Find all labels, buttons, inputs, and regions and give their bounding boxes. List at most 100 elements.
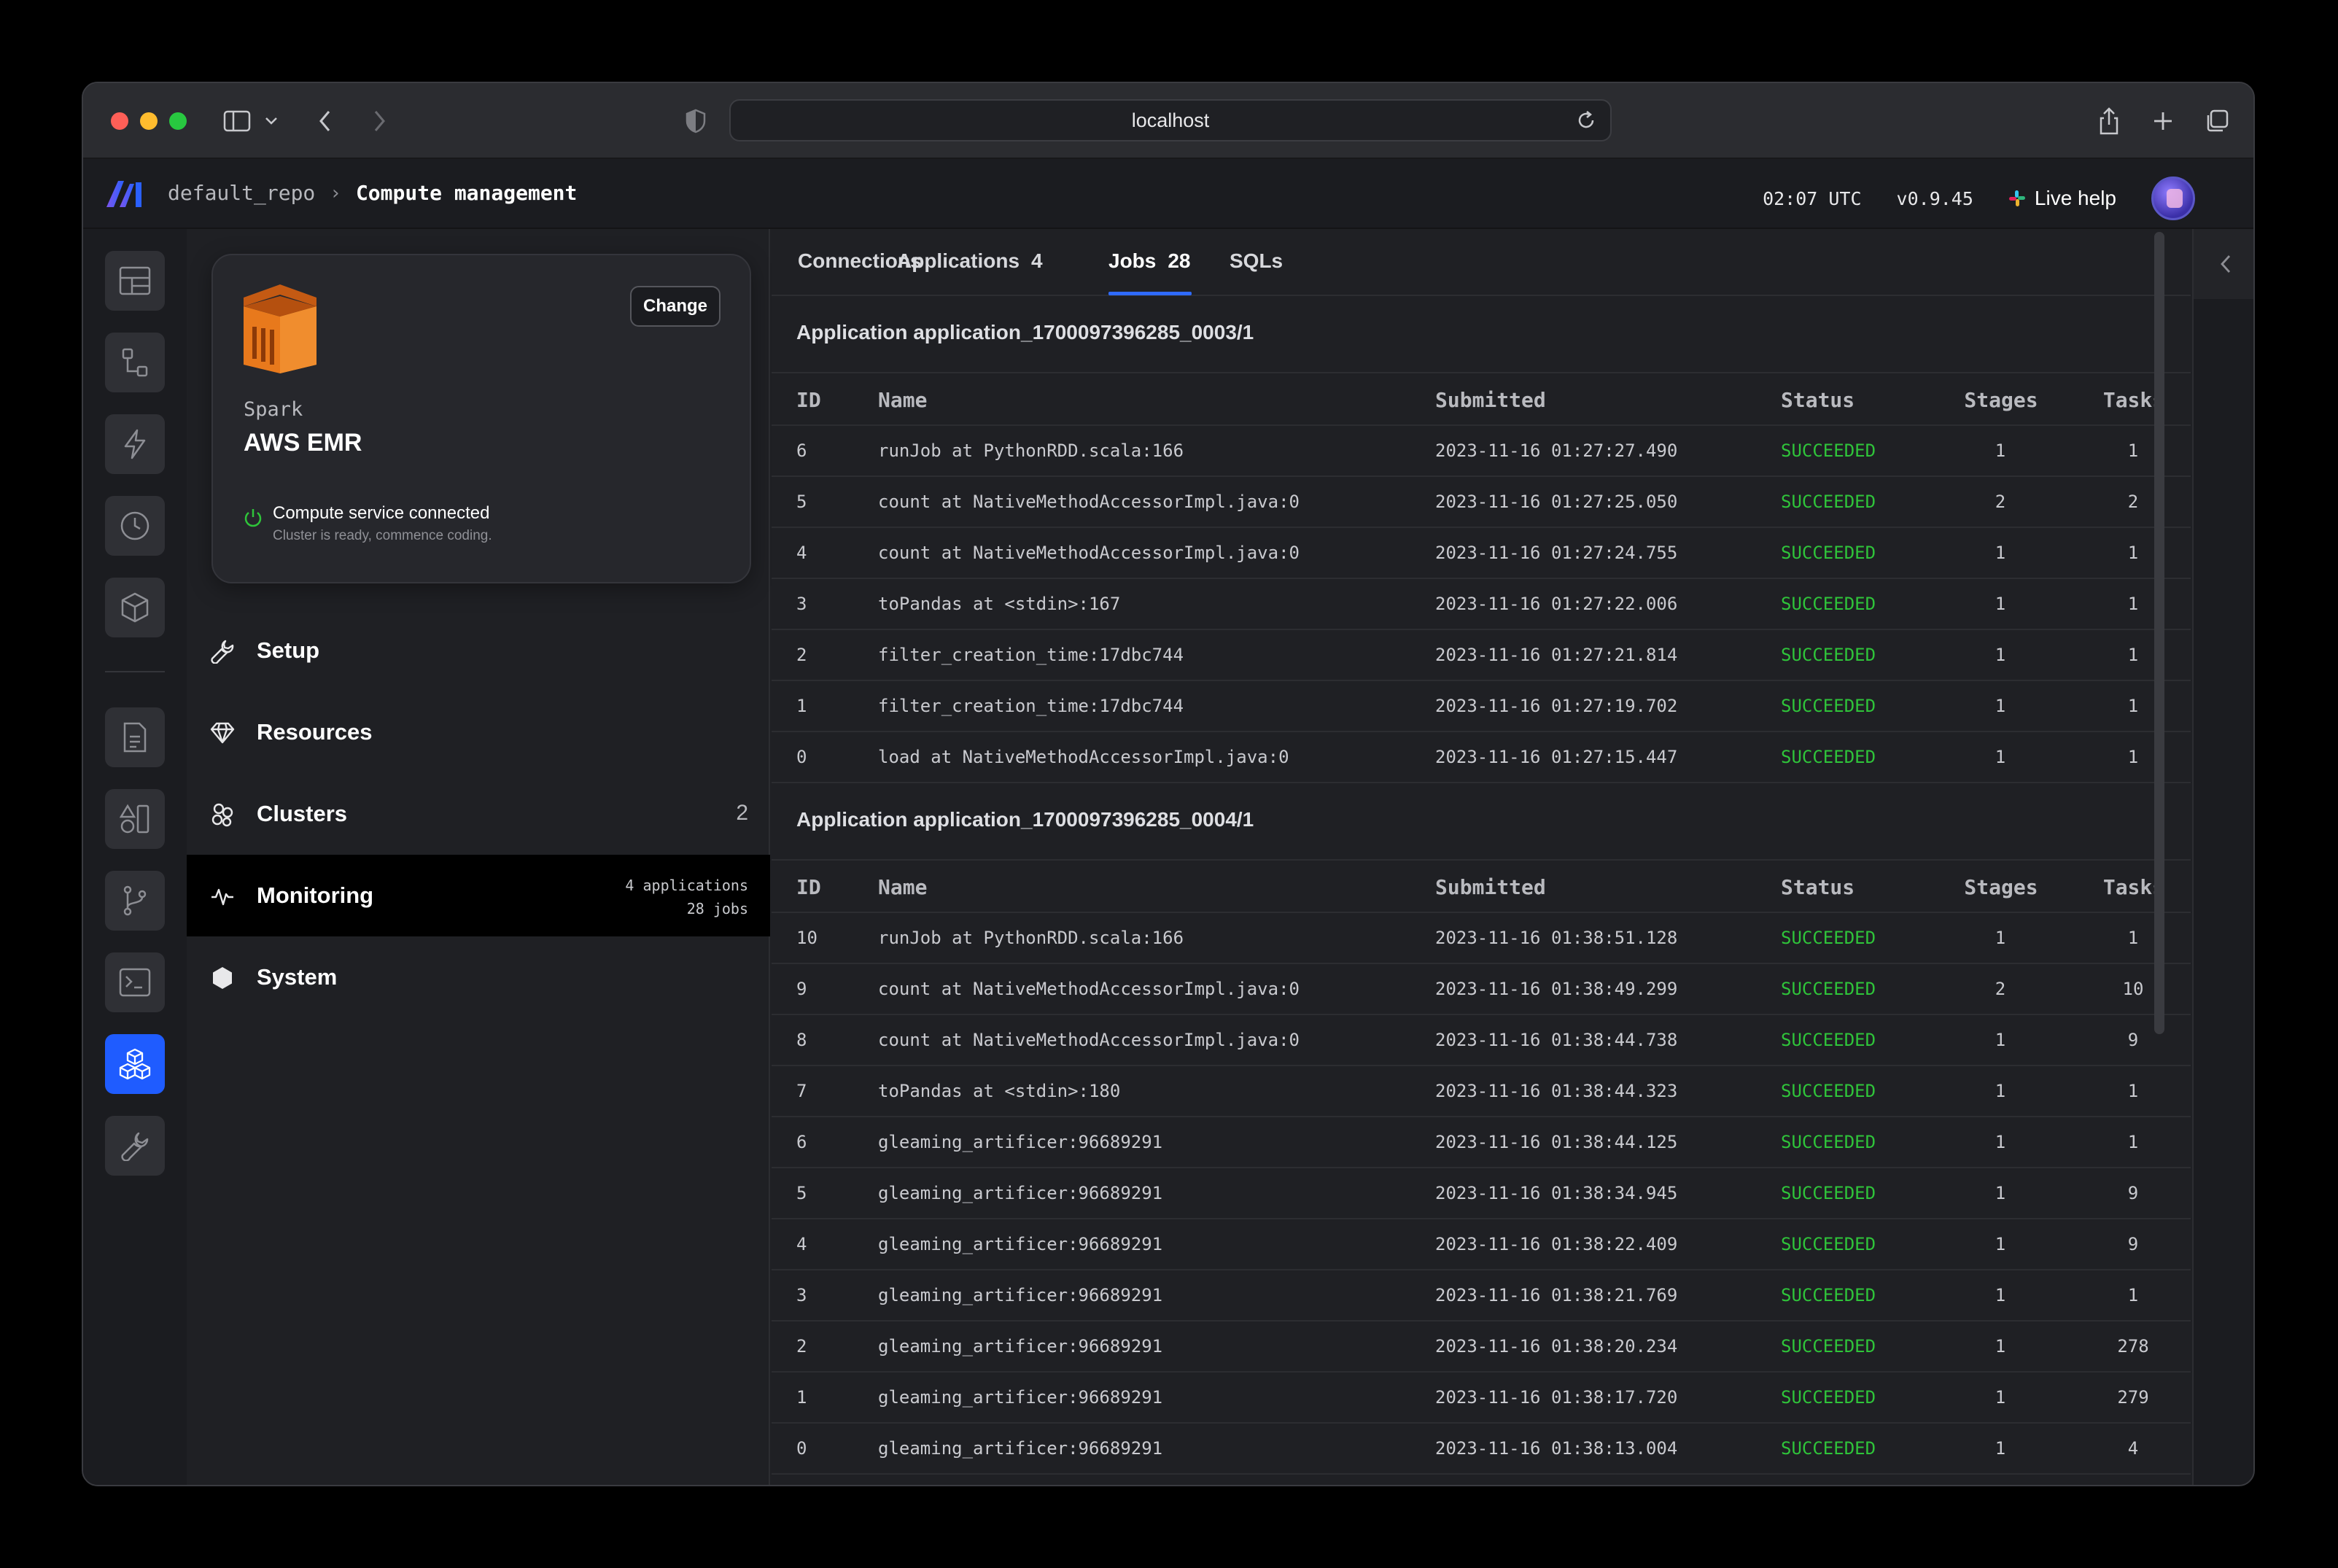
- tab-applications[interactable]: Applications 4: [897, 249, 1043, 273]
- document-icon: [123, 722, 147, 753]
- table-row[interactable]: 2 filter_creation_time:17dbc744 2023-11-16…: [772, 630, 2191, 681]
- column-header-status[interactable]: Status: [1781, 875, 1855, 899]
- table-row[interactable]: 5 gleaming_artificer:96689291 2023-11-16 0…: [772, 1168, 2191, 1219]
- rail-runs-button[interactable]: [105, 496, 165, 556]
- cell-id: 1: [796, 696, 807, 716]
- table-row[interactable]: 7 toPandas at <stdin>:180 2023-11-16 01:38…: [772, 1066, 2191, 1117]
- cell-name: count at NativeMethodAccessorImpl.java:0: [878, 1030, 1300, 1050]
- cell-stages: 1: [1995, 1183, 2006, 1203]
- table-row[interactable]: 8 count at NativeMethodAccessorImpl.java:…: [772, 1015, 2191, 1066]
- column-header-tasks[interactable]: Tasks: [2090, 875, 2178, 899]
- vertical-scrollbar[interactable]: [2154, 232, 2164, 1034]
- jobs-table: ID Name Submitted Status Stages Tasks 10 runJob…: [772, 859, 2191, 1475]
- column-header-name[interactable]: Name: [878, 875, 927, 899]
- nav-system[interactable]: System: [187, 936, 770, 1018]
- table-row[interactable]: 0 gleaming_artificer:96689291 2023-11-16 0…: [772, 1424, 2191, 1475]
- cell-name: filter_creation_time:17dbc744: [878, 645, 1184, 665]
- compute-service-card: Change Spark AWS EMR Compute service con…: [211, 254, 751, 583]
- monitoring-tabs: Connections Applications 4 Jobs 28 SQLs: [772, 229, 2191, 296]
- back-icon[interactable]: [309, 105, 341, 137]
- status-badge: SUCCEEDED: [1781, 696, 1876, 716]
- rail-version-control-button[interactable]: [105, 871, 165, 931]
- reload-icon[interactable]: [1575, 109, 1597, 136]
- table-row[interactable]: 1 filter_creation_time:17dbc744 2023-11-16…: [772, 681, 2191, 732]
- table-row[interactable]: 6 gleaming_artificer:96689291 2023-11-16 0…: [772, 1117, 2191, 1168]
- cell-stages: 1: [1995, 928, 2006, 948]
- table-row[interactable]: 5 count at NativeMethodAccessorImpl.java:…: [772, 477, 2191, 528]
- rail-pipelines-button[interactable]: [105, 333, 165, 392]
- nav-setup[interactable]: Setup: [187, 610, 770, 691]
- nav-monitoring[interactable]: Monitoring 4 applications 28 jobs: [187, 855, 770, 936]
- table-row[interactable]: 3 gleaming_artificer:96689291 2023-11-16 0…: [772, 1270, 2191, 1321]
- table-row[interactable]: 10 runJob at PythonRDD.scala:166 2023-11-1…: [772, 913, 2191, 964]
- share-icon[interactable]: [2093, 105, 2125, 137]
- mage-logo-icon[interactable]: [105, 179, 143, 212]
- header-right: 02:07 UTC v0.9.45 Live help: [1763, 176, 2195, 220]
- cell-id: 5: [796, 492, 807, 512]
- column-header-tasks[interactable]: Tasks: [2090, 388, 2178, 412]
- chevron-right-icon: ›: [330, 182, 341, 204]
- cell-name: gleaming_artificer:96689291: [878, 1285, 1163, 1305]
- cell-name: gleaming_artificer:96689291: [878, 1438, 1163, 1459]
- table-row[interactable]: 1 gleaming_artificer:96689291 2023-11-16 0…: [772, 1373, 2191, 1424]
- rail-templates-button[interactable]: [105, 789, 165, 849]
- column-header-stages[interactable]: Stages: [1957, 388, 2045, 412]
- rail-compute-button[interactable]: [105, 1034, 165, 1094]
- breadcrumb-repo[interactable]: default_repo: [168, 181, 315, 205]
- cell-name: runJob at PythonRDD.scala:166: [878, 928, 1184, 948]
- rail-blocks-button[interactable]: [105, 578, 165, 637]
- tab-sqls[interactable]: SQLs: [1230, 249, 1283, 273]
- application-title: Application application_1700097396285_00…: [796, 321, 1254, 344]
- table-row[interactable]: 0 load at NativeMethodAccessorImpl.java:0…: [772, 732, 2191, 783]
- breadcrumb: default_repo › Compute management: [168, 181, 577, 205]
- table-row[interactable]: 6 runJob at PythonRDD.scala:166 2023-11-16…: [772, 426, 2191, 477]
- zoom-window-button[interactable]: [169, 112, 187, 130]
- collapse-sidebar-button[interactable]: [2194, 229, 2253, 299]
- nav-clusters[interactable]: Clusters 2: [187, 773, 770, 855]
- cell-stages: 1: [1995, 747, 2006, 767]
- cell-name: toPandas at <stdin>:167: [878, 594, 1121, 614]
- table-row[interactable]: 4 gleaming_artificer:96689291 2023-11-16 0…: [772, 1219, 2191, 1270]
- column-header-id[interactable]: ID: [796, 875, 821, 899]
- rail-overview-button[interactable]: [105, 251, 165, 311]
- rail-settings-button[interactable]: [105, 1116, 165, 1176]
- live-help-button[interactable]: Live help: [2008, 187, 2116, 210]
- new-tab-icon[interactable]: [2147, 105, 2179, 137]
- git-branch-icon: [123, 885, 147, 916]
- column-header-submitted[interactable]: Submitted: [1435, 875, 1546, 899]
- column-header-status[interactable]: Status: [1781, 388, 1855, 412]
- icon-rail: [83, 229, 187, 1485]
- privacy-shield-icon[interactable]: [680, 105, 712, 137]
- rail-files-button[interactable]: [105, 707, 165, 767]
- table-row[interactable]: 3 toPandas at <stdin>:167 2023-11-16 01:27…: [772, 579, 2191, 630]
- status-badge: SUCCEEDED: [1781, 1285, 1876, 1305]
- sidebar-toggle-icon[interactable]: [222, 105, 254, 137]
- avatar[interactable]: [2151, 176, 2195, 220]
- close-window-button[interactable]: [111, 112, 128, 130]
- rail-divider: [105, 671, 165, 672]
- minimize-window-button[interactable]: [140, 112, 158, 130]
- status-badge: SUCCEEDED: [1781, 1030, 1876, 1050]
- change-compute-button[interactable]: Change: [629, 286, 721, 327]
- rail-terminal-button[interactable]: [105, 952, 165, 1012]
- cell-id: 1: [796, 1387, 807, 1408]
- tab-jobs[interactable]: Jobs 28: [1108, 249, 1191, 273]
- cell-submitted: 2023-11-16 01:38:44.323: [1435, 1081, 1678, 1101]
- chevron-down-icon[interactable]: [255, 105, 287, 137]
- rail-triggers-button[interactable]: [105, 414, 165, 474]
- table-row[interactable]: 9 count at NativeMethodAccessorImpl.java:…: [772, 964, 2191, 1015]
- column-header-submitted[interactable]: Submitted: [1435, 388, 1546, 412]
- cell-submitted: 2023-11-16 01:38:44.738: [1435, 1030, 1678, 1050]
- cell-id: 7: [796, 1081, 807, 1101]
- column-header-id[interactable]: ID: [796, 388, 821, 412]
- forward-icon[interactable]: [363, 105, 395, 137]
- table-row[interactable]: 4 count at NativeMethodAccessorImpl.java:…: [772, 528, 2191, 579]
- cluster-icon: [211, 803, 233, 827]
- column-header-name[interactable]: Name: [878, 388, 927, 412]
- monitoring-meta: 4 applications 28 jobs: [625, 874, 748, 920]
- column-header-stages[interactable]: Stages: [1957, 875, 2045, 899]
- tab-overview-icon[interactable]: [2201, 105, 2233, 137]
- table-row[interactable]: 2 gleaming_artificer:96689291 2023-11-16 0…: [772, 1321, 2191, 1373]
- address-bar[interactable]: localhost: [729, 99, 1612, 141]
- nav-resources[interactable]: Resources: [187, 691, 770, 773]
